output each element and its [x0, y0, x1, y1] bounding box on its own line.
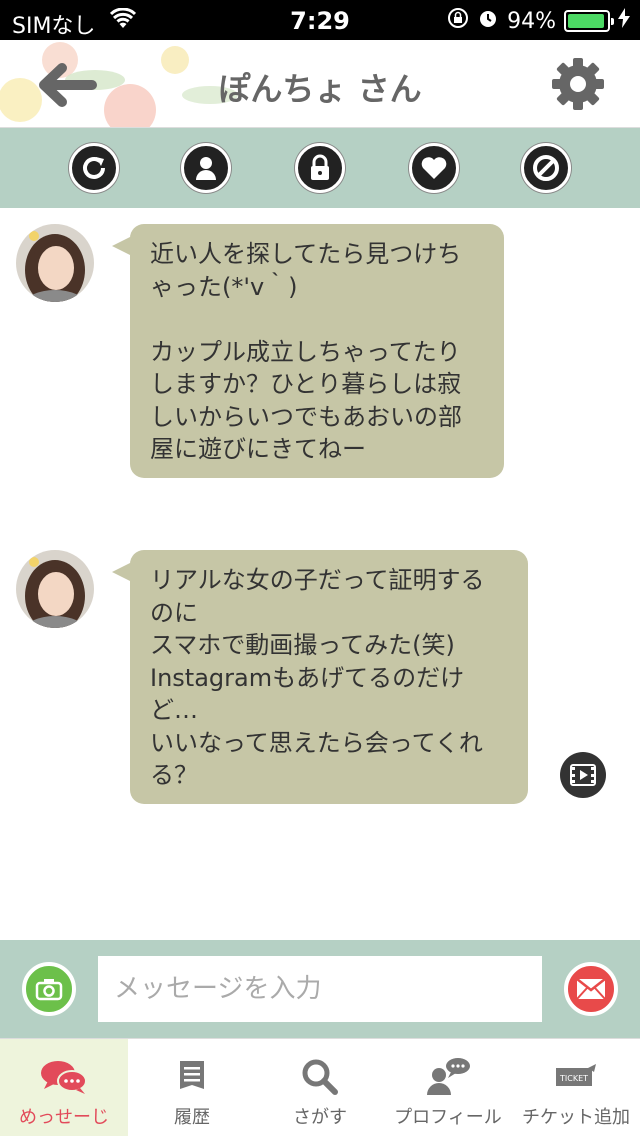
message-composer [0, 940, 640, 1038]
status-bar: SIMなし 7:29 94% [0, 0, 640, 40]
tab-label: チケット追加 [522, 1107, 630, 1128]
chat-icon [0, 1055, 128, 1099]
message-bubble: 近い人を探してたら見つけちゃった(*'v｀) カップル成立しちゃってたりしますか… [112, 224, 504, 478]
mail-icon [576, 978, 606, 1000]
message-input[interactable] [98, 956, 542, 1022]
camera-icon [35, 979, 63, 1001]
block-icon [533, 155, 559, 181]
battery-icon [564, 10, 614, 32]
refresh-button[interactable] [69, 143, 119, 193]
avatar[interactable] [16, 224, 94, 302]
video-play-button[interactable] [560, 752, 606, 798]
page-title: ぽんちょ さん [218, 70, 422, 108]
video-icon [570, 764, 596, 786]
refresh-icon [83, 157, 105, 179]
gear-icon [552, 58, 604, 110]
avatar[interactable] [16, 550, 94, 628]
history-icon [128, 1055, 256, 1099]
message-list[interactable]: 近い人を探してたら見つけちゃった(*'v｀) カップル成立しちゃってたりしますか… [0, 208, 640, 940]
profile-icon [196, 157, 216, 180]
profile-button[interactable] [181, 143, 231, 193]
svg-text:TICKET: TICKET [559, 1074, 588, 1083]
header: ぽんちょ さん [0, 40, 640, 128]
alarm-icon [477, 7, 499, 35]
tab-ticket[interactable]: TICKET チケット追加 [512, 1039, 640, 1136]
heart-icon [421, 157, 447, 179]
tab-bar: めっせーじ 履歴 さがす プロフィール TICKET チケット追加 [0, 1038, 640, 1136]
tab-history[interactable]: 履歴 [128, 1039, 256, 1136]
favorite-button[interactable] [409, 143, 459, 193]
tab-label: さがす [293, 1107, 347, 1128]
tab-search[interactable]: さがす [256, 1039, 384, 1136]
block-button[interactable] [521, 143, 571, 193]
action-toolbar [0, 128, 640, 208]
ticket-icon: TICKET [512, 1055, 640, 1099]
tab-profile[interactable]: プロフィール [384, 1039, 512, 1136]
lock-button[interactable] [295, 143, 345, 193]
search-icon [256, 1055, 384, 1099]
message-bubble: リアルな女の子だって証明するのに スマホで動画撮ってみた(笑) Instagra… [112, 550, 528, 804]
tab-label: プロフィール [394, 1107, 502, 1128]
tab-messages[interactable]: めっせーじ [0, 1039, 128, 1136]
lock-icon [311, 154, 329, 180]
rotation-lock-icon [447, 7, 469, 35]
tab-label: めっせーじ [19, 1107, 109, 1128]
send-button[interactable] [564, 962, 618, 1016]
battery-percent: 94% [507, 8, 556, 34]
settings-button[interactable] [550, 56, 606, 112]
tab-label: 履歴 [174, 1107, 210, 1128]
charging-icon [618, 8, 630, 34]
camera-button[interactable] [22, 962, 76, 1016]
profile-icon [384, 1055, 512, 1099]
